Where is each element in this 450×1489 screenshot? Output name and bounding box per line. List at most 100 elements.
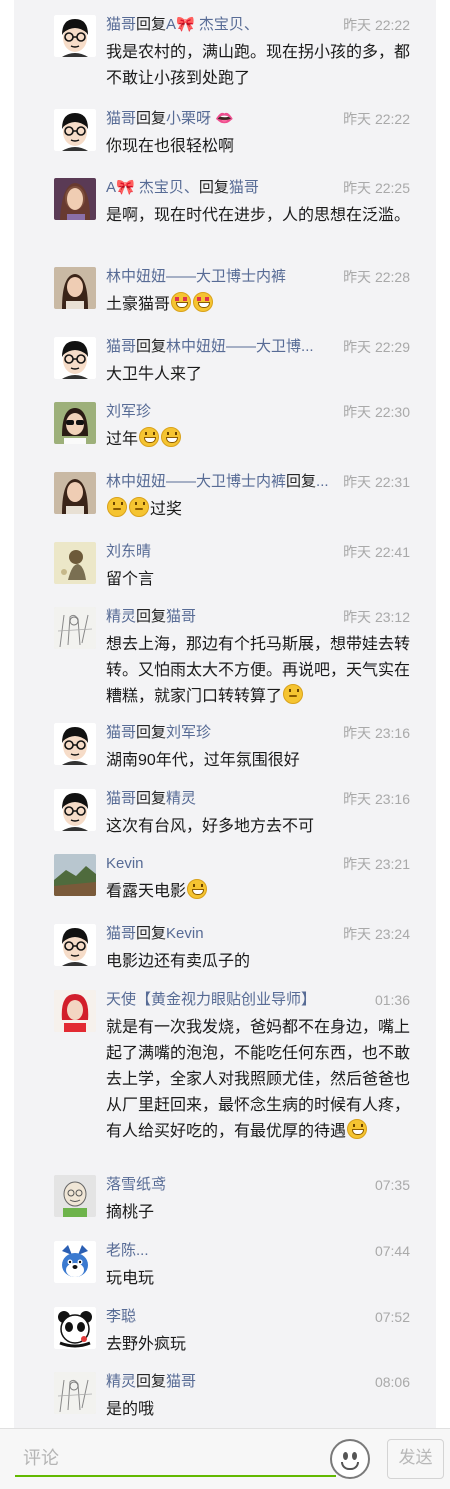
- comment-text: 去野外疯玩: [106, 1332, 418, 1358]
- author-name[interactable]: 李聪: [106, 1308, 136, 1325]
- author-name[interactable]: 猫哥: [106, 110, 136, 127]
- avatar[interactable]: [54, 542, 96, 584]
- reply-word: 回复: [136, 790, 167, 807]
- comment-header: 刘军珍 昨天 22:30: [106, 401, 416, 423]
- comment-time: 01:36: [368, 989, 410, 1011]
- avatar[interactable]: [54, 15, 96, 57]
- comment-header: 猫哥回复小栗呀 👄 昨天 22:22: [106, 108, 416, 130]
- author-name[interactable]: 刘军珍: [106, 403, 151, 420]
- comment-names: 猫哥回复Kevin: [106, 923, 204, 945]
- comment-names: Kevin: [106, 853, 144, 875]
- comment-text: 摘桃子: [106, 1200, 418, 1226]
- comment-text: 留个言: [106, 567, 418, 593]
- author-name[interactable]: 猫哥: [106, 925, 136, 942]
- emoji-face-icon[interactable]: [330, 1439, 370, 1479]
- author-name[interactable]: 猫哥: [106, 338, 136, 355]
- avatar[interactable]: [54, 990, 96, 1032]
- comment-header: 精灵回复猫哥 昨天 23:12: [106, 606, 416, 628]
- think-emoji-icon: [129, 497, 149, 517]
- comment-names: 猫哥回复小栗呀 👄: [106, 108, 234, 130]
- avatar[interactable]: [54, 1307, 96, 1349]
- author-name[interactable]: Kevin: [106, 855, 144, 872]
- comment-names: 落雪纸鸢: [106, 1174, 166, 1196]
- author-name[interactable]: 天使【黄金视力眼贴创业导师】: [106, 991, 316, 1008]
- avatar[interactable]: [54, 723, 96, 765]
- reply-target-name[interactable]: A🎀 杰宝贝、: [166, 16, 259, 33]
- comment-names: 精灵回复猫哥: [106, 1371, 196, 1393]
- reply-target-name[interactable]: 猫哥: [166, 1373, 196, 1390]
- avatar[interactable]: [54, 924, 96, 966]
- avatar[interactable]: [54, 789, 96, 831]
- reply-word: 回复: [136, 1373, 167, 1390]
- avatar[interactable]: [54, 854, 96, 896]
- author-name[interactable]: 落雪纸鸢: [106, 1176, 166, 1193]
- comment-text: 我是农村的，满山跑。现在拐小孩的多，都不敢让小孩到处跑了: [106, 40, 418, 92]
- avatar[interactable]: [54, 607, 96, 649]
- comment-text: 大卫牛人来了: [106, 362, 418, 388]
- reply-target-name[interactable]: ...: [316, 473, 329, 490]
- reply-target-name[interactable]: 猫哥: [229, 179, 259, 196]
- author-name[interactable]: 刘东晴: [106, 543, 151, 560]
- comment-input[interactable]: [15, 1441, 336, 1477]
- comment-names: 林中妞妞——大卫博士内裤: [106, 266, 286, 288]
- comment-header: 李聪 07:52: [106, 1306, 416, 1328]
- reply-word: 回复: [136, 338, 167, 355]
- avatar[interactable]: [54, 1241, 96, 1283]
- reply-target-name[interactable]: 精灵: [166, 790, 196, 807]
- comment-body: 过年: [106, 431, 139, 448]
- avatar[interactable]: [54, 1372, 96, 1414]
- comment-names: 猫哥回复林中妞妞——大卫博...: [106, 336, 314, 358]
- comment-text: 湖南90年代，过年氛围很好: [106, 748, 418, 774]
- reply-target-name[interactable]: 猫哥: [166, 608, 196, 625]
- comment-names: 刘军珍: [106, 401, 151, 423]
- comment-text: 是啊，现在时代在进步，人的思想在泛滥。: [106, 203, 418, 229]
- comment-text: 想去上海，那边有个托马斯展，想带娃去转转。又怕雨太大不方便。再说吧，天气实在糟糕…: [106, 632, 418, 710]
- comment-text: 看露天电影: [106, 879, 418, 905]
- avatar[interactable]: [54, 402, 96, 444]
- avatar[interactable]: [54, 472, 96, 514]
- comment-body: 大卫牛人来了: [106, 366, 203, 383]
- avatar[interactable]: [54, 337, 96, 379]
- comment-text: 过奖: [106, 497, 418, 523]
- avatar[interactable]: [54, 178, 96, 220]
- author-name[interactable]: A🎀 杰宝贝、: [106, 179, 199, 196]
- author-name[interactable]: 猫哥: [106, 724, 136, 741]
- grin-emoji-icon: [161, 427, 182, 447]
- reply-word: 回复: [198, 179, 229, 196]
- comment-text: 就是有一次我发烧，爸妈都不在身边，嘴上起了满嘴的泡泡，不能吃任何东西，也不敢去上…: [106, 1015, 418, 1145]
- author-name[interactable]: 老陈...: [106, 1242, 149, 1259]
- author-name[interactable]: 林中妞妞——大卫博士内裤: [106, 268, 286, 285]
- send-button[interactable]: 发送: [387, 1439, 444, 1479]
- reply-word: 回复: [286, 473, 317, 490]
- author-name[interactable]: 猫哥: [106, 16, 136, 33]
- author-name[interactable]: 精灵: [106, 608, 136, 625]
- comment-time: 昨天 23:24: [337, 923, 410, 945]
- comment-names: 老陈...: [106, 1240, 149, 1262]
- comment-time: 昨天 22:28: [337, 266, 410, 288]
- reply-target-name[interactable]: 刘军珍: [166, 724, 211, 741]
- reply-target-name[interactable]: 小栗呀 👄: [166, 110, 234, 127]
- author-name[interactable]: 林中妞妞——大卫博士内裤: [106, 473, 286, 490]
- reply-word: 回复: [136, 16, 167, 33]
- comment-header: 林中妞妞——大卫博士内裤回复... 昨天 22:31: [106, 471, 416, 493]
- comment-body: 留个言: [106, 571, 155, 588]
- avatar[interactable]: [54, 109, 96, 151]
- comment-body: 去野外疯玩: [106, 1336, 187, 1353]
- comment-names: 刘东晴: [106, 541, 151, 563]
- heart-eyes-emoji-icon: [171, 292, 192, 312]
- reply-target-name[interactable]: 林中妞妞——大卫博...: [166, 338, 314, 355]
- comment-time: 07:35: [368, 1174, 410, 1196]
- comment-names: A🎀 杰宝贝、回复猫哥: [106, 177, 259, 199]
- author-name[interactable]: 猫哥: [106, 790, 136, 807]
- comment-text: 你现在也很轻松啊: [106, 134, 418, 160]
- reply-target-name[interactable]: Kevin: [166, 925, 204, 942]
- author-name[interactable]: 精灵: [106, 1373, 136, 1390]
- comment-header: 林中妞妞——大卫博士内裤 昨天 22:28: [106, 266, 416, 288]
- comment-header: 天使【黄金视力眼贴创业导师】 01:36: [106, 989, 416, 1011]
- reply-word: 回复: [136, 724, 167, 741]
- comment-header: A🎀 杰宝贝、回复猫哥 昨天 22:25: [106, 177, 416, 199]
- avatar[interactable]: [54, 267, 96, 309]
- think-emoji-icon: [107, 497, 127, 517]
- comment-body: 看露天电影: [106, 883, 187, 900]
- avatar[interactable]: [54, 1175, 96, 1217]
